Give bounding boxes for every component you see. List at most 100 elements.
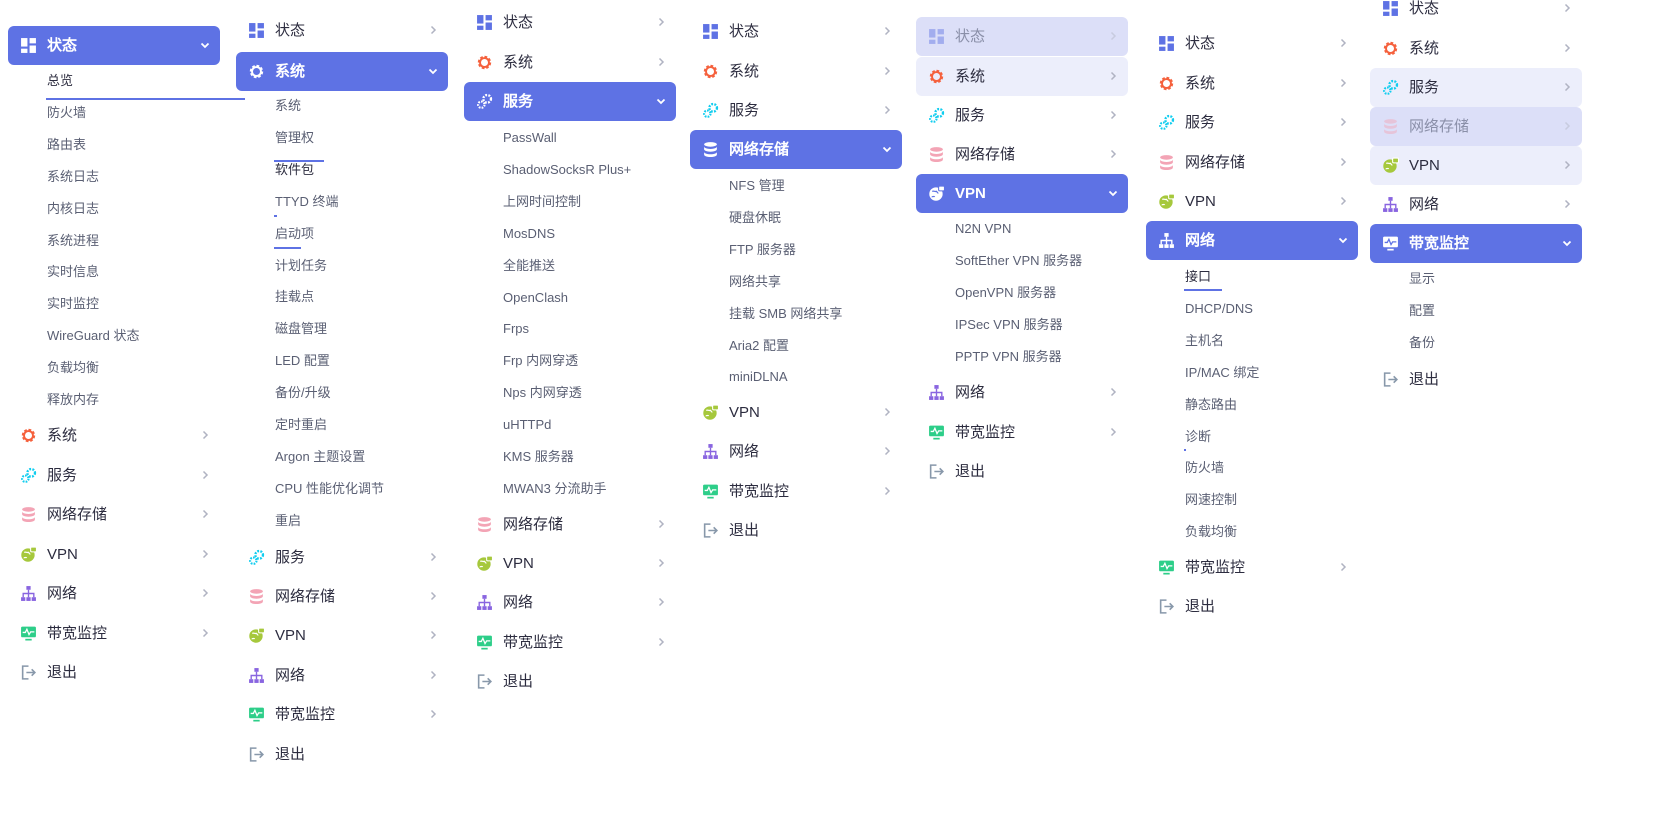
submenu-item[interactable]: OpenClash bbox=[503, 289, 568, 307]
submenu-item[interactable]: IPSec VPN 服务器 bbox=[955, 316, 1063, 334]
menu-item-network[interactable]: 网络 bbox=[1370, 185, 1582, 224]
menu-item-system[interactable]: 系统 bbox=[236, 52, 448, 91]
menu-item-vpn[interactable]: VPN bbox=[690, 393, 902, 432]
submenu-item[interactable]: 定时重启 bbox=[275, 416, 327, 434]
submenu-item[interactable]: DHCP/DNS bbox=[1185, 300, 1253, 318]
menu-item-bandwidth[interactable]: 带宽监控 bbox=[464, 623, 676, 662]
menu-item-network[interactable]: 网络 bbox=[8, 574, 220, 613]
submenu-item[interactable]: 系统日志 bbox=[47, 168, 99, 186]
submenu-item[interactable]: 网速控制 bbox=[1185, 491, 1237, 509]
submenu-item[interactable]: 接口 bbox=[1185, 268, 1211, 286]
submenu-item[interactable]: 负载均衡 bbox=[47, 359, 99, 377]
submenu-item[interactable]: 备份 bbox=[1409, 334, 1435, 352]
submenu-item[interactable]: PassWall bbox=[503, 129, 557, 147]
menu-item-vpn[interactable]: VPN bbox=[1370, 146, 1582, 185]
submenu-item[interactable]: 实时监控 bbox=[47, 295, 99, 313]
menu-item-network[interactable]: 网络 bbox=[1146, 221, 1358, 260]
submenu-item[interactable]: Frp 内网穿透 bbox=[503, 352, 578, 370]
menu-item-services[interactable]: 服务 bbox=[1146, 103, 1358, 142]
menu-item-system[interactable]: 系统 bbox=[916, 57, 1128, 96]
submenu-item[interactable]: SoftEther VPN 服务器 bbox=[955, 252, 1082, 270]
submenu-item[interactable]: 硬盘休眠 bbox=[729, 209, 781, 227]
menu-item-bandwidth[interactable]: 带宽监控 bbox=[1370, 224, 1582, 263]
submenu-item[interactable]: MosDNS bbox=[503, 225, 555, 243]
menu-item-vpn[interactable]: VPN bbox=[916, 174, 1128, 213]
menu-item-bandwidth[interactable]: 带宽监控 bbox=[690, 472, 902, 511]
submenu-item[interactable]: uHTTPd bbox=[503, 416, 551, 434]
menu-item-status[interactable]: 状态 bbox=[690, 12, 902, 51]
submenu-item[interactable]: Nps 内网穿透 bbox=[503, 384, 582, 402]
submenu-item[interactable]: 防火墙 bbox=[47, 104, 86, 122]
menu-item-logout[interactable]: 退出 bbox=[1146, 587, 1358, 626]
submenu-item[interactable]: 网络共享 bbox=[729, 273, 781, 291]
menu-item-system[interactable]: 系统 bbox=[464, 43, 676, 82]
submenu-item[interactable]: PPTP VPN 服务器 bbox=[955, 348, 1062, 366]
menu-item-services[interactable]: 服务 bbox=[8, 456, 220, 495]
menu-item-status[interactable]: 状态 bbox=[916, 17, 1128, 56]
submenu-item[interactable]: 计划任务 bbox=[275, 257, 327, 275]
menu-item-system[interactable]: 系统 bbox=[1146, 64, 1358, 103]
submenu-item[interactable]: 挂载点 bbox=[275, 288, 314, 306]
menu-item-storage[interactable]: 网络存储 bbox=[916, 135, 1128, 174]
submenu-item[interactable]: 显示 bbox=[1409, 270, 1435, 288]
menu-item-logout[interactable]: 退出 bbox=[916, 452, 1128, 491]
menu-item-storage[interactable]: 网络存储 bbox=[8, 495, 220, 534]
menu-item-vpn[interactable]: VPN bbox=[1146, 182, 1358, 221]
submenu-item[interactable]: Frps bbox=[503, 320, 529, 338]
submenu-item[interactable]: MWAN3 分流助手 bbox=[503, 480, 607, 498]
submenu-item[interactable]: NFS 管理 bbox=[729, 177, 785, 195]
menu-item-logout[interactable]: 退出 bbox=[8, 653, 220, 692]
submenu-item[interactable]: 启动项 bbox=[275, 225, 314, 243]
menu-item-services[interactable]: 服务 bbox=[236, 538, 448, 577]
submenu-item[interactable]: 静态路由 bbox=[1185, 396, 1237, 414]
menu-item-vpn[interactable]: VPN bbox=[8, 535, 220, 574]
submenu-item[interactable]: OpenVPN 服务器 bbox=[955, 284, 1056, 302]
submenu-item[interactable]: 路由表 bbox=[47, 136, 86, 154]
submenu-item[interactable]: 备份/升级 bbox=[275, 384, 331, 402]
submenu-item[interactable]: KMS 服务器 bbox=[503, 448, 574, 466]
submenu-item[interactable]: 负载均衡 bbox=[1185, 523, 1237, 541]
submenu-item[interactable]: 管理权 bbox=[275, 129, 314, 147]
menu-item-services[interactable]: 服务 bbox=[464, 82, 676, 121]
menu-item-status[interactable]: 状态 bbox=[1370, 0, 1582, 28]
menu-item-logout[interactable]: 退出 bbox=[690, 511, 902, 550]
submenu-item[interactable]: 上网时间控制 bbox=[503, 193, 581, 211]
menu-item-status[interactable]: 状态 bbox=[1146, 24, 1358, 63]
submenu-item[interactable]: 软件包 bbox=[275, 161, 314, 179]
menu-item-storage[interactable]: 网络存储 bbox=[1370, 107, 1582, 146]
menu-item-system[interactable]: 系统 bbox=[690, 52, 902, 91]
submenu-item[interactable]: 系统进程 bbox=[47, 232, 99, 250]
menu-item-storage[interactable]: 网络存储 bbox=[690, 130, 902, 169]
submenu-item[interactable]: 实时信息 bbox=[47, 263, 99, 281]
menu-item-services[interactable]: 服务 bbox=[690, 91, 902, 130]
submenu-item[interactable]: 诊断 bbox=[1185, 428, 1211, 446]
menu-item-network[interactable]: 网络 bbox=[236, 656, 448, 695]
menu-item-system[interactable]: 系统 bbox=[8, 416, 220, 455]
submenu-item[interactable]: Aria2 配置 bbox=[729, 337, 789, 355]
menu-item-storage[interactable]: 网络存储 bbox=[1146, 143, 1358, 182]
submenu-item[interactable]: FTP 服务器 bbox=[729, 241, 796, 259]
menu-item-logout[interactable]: 退出 bbox=[236, 735, 448, 774]
menu-item-network[interactable]: 网络 bbox=[916, 373, 1128, 412]
menu-item-vpn[interactable]: VPN bbox=[236, 616, 448, 655]
submenu-item[interactable]: 全能推送 bbox=[503, 257, 555, 275]
menu-item-vpn[interactable]: VPN bbox=[464, 544, 676, 583]
menu-item-storage[interactable]: 网络存储 bbox=[464, 505, 676, 544]
submenu-item[interactable]: miniDLNA bbox=[729, 368, 788, 386]
menu-item-storage[interactable]: 网络存储 bbox=[236, 577, 448, 616]
menu-item-bandwidth[interactable]: 带宽监控 bbox=[236, 695, 448, 734]
menu-item-services[interactable]: 服务 bbox=[1370, 68, 1582, 107]
menu-item-bandwidth[interactable]: 带宽监控 bbox=[1146, 548, 1358, 587]
submenu-item[interactable]: 防火墙 bbox=[1185, 459, 1224, 477]
menu-item-logout[interactable]: 退出 bbox=[1370, 360, 1582, 399]
menu-item-services[interactable]: 服务 bbox=[916, 96, 1128, 135]
submenu-item[interactable]: CPU 性能优化调节 bbox=[275, 480, 384, 498]
submenu-item[interactable]: 系统 bbox=[275, 97, 301, 115]
menu-item-bandwidth[interactable]: 带宽监控 bbox=[916, 413, 1128, 452]
submenu-item[interactable]: N2N VPN bbox=[955, 220, 1011, 238]
menu-item-system[interactable]: 系统 bbox=[1370, 29, 1582, 68]
submenu-item[interactable]: 配置 bbox=[1409, 302, 1435, 320]
submenu-item[interactable]: WireGuard 状态 bbox=[47, 327, 139, 345]
submenu-item[interactable]: IP/MAC 绑定 bbox=[1185, 364, 1259, 382]
submenu-item[interactable]: Argon 主题设置 bbox=[275, 448, 365, 466]
